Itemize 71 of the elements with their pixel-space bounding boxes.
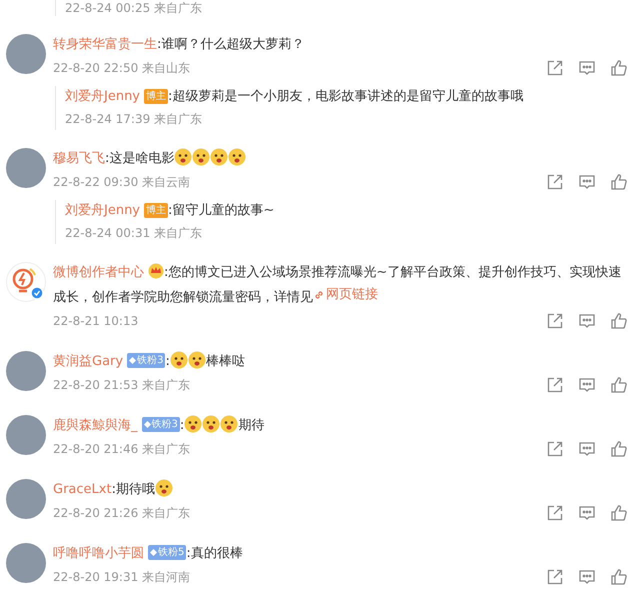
comment-meta: 22-8-22 09:30 来自云南 xyxy=(53,174,190,191)
emoji-icon xyxy=(184,415,202,433)
user-name[interactable]: 转身荣华富贵一生 xyxy=(53,37,157,52)
crown-icon xyxy=(148,263,164,279)
emoji-icon xyxy=(192,148,210,166)
comment-icon[interactable] xyxy=(578,440,596,458)
avatar-logo[interactable] xyxy=(6,262,46,302)
comment-text: 刘爱舟Jenny 博主:超级萝莉是一个小朋友，电影故事讲述的是留守儿童的故事哦 xyxy=(65,88,524,106)
comment-meta: 22-8-20 22:50 来自山东 xyxy=(53,60,190,77)
comment-meta: 22-8-24 00:25 来自广东 xyxy=(65,0,202,16)
comment-icon[interactable] xyxy=(578,504,596,522)
emoji-icon xyxy=(202,415,220,433)
comment-meta: 22-8-20 21:53 来自广东 xyxy=(53,377,190,394)
emoji-icon xyxy=(188,351,206,369)
comment-icon[interactable] xyxy=(578,376,596,394)
comment-text: GraceLxt:期待哦 xyxy=(53,479,628,501)
share-icon[interactable] xyxy=(546,312,564,330)
share-icon[interactable] xyxy=(546,440,564,458)
user-name[interactable]: 刘爱舟Jenny xyxy=(65,203,140,218)
emoji-icon xyxy=(154,479,173,497)
comment-meta: 22-8-21 10:13 xyxy=(53,313,138,330)
like-icon[interactable] xyxy=(610,568,628,586)
fan-badge: 铁粉5 xyxy=(148,545,186,560)
like-icon[interactable] xyxy=(610,173,628,191)
comment-text: 微博创作者中心 :您的博文已进入公域场景推荐流曝光~了解平台政策、提升创作技巧、实现快速成长，创作者学院助您解锁流量密码，详情见 网页链接 xyxy=(53,262,622,308)
emoji-icon xyxy=(170,351,188,369)
comment-meta: 22-8-24 17:39 来自广东 xyxy=(65,111,202,128)
web-link[interactable]: 网页链接 xyxy=(313,284,378,306)
avatar[interactable] xyxy=(6,415,46,455)
avatar[interactable] xyxy=(6,34,46,74)
share-icon[interactable] xyxy=(546,59,564,77)
share-icon[interactable] xyxy=(546,568,564,586)
link-icon xyxy=(313,289,325,301)
fan-badge: 铁粉3 xyxy=(127,353,166,368)
user-name[interactable]: 刘爱舟Jenny xyxy=(65,89,140,104)
comment-icon[interactable] xyxy=(578,59,596,77)
blogger-badge: 博主 xyxy=(144,203,168,218)
avatar[interactable] xyxy=(6,148,46,188)
user-name[interactable]: 穆易飞飞 xyxy=(53,151,105,166)
share-icon[interactable] xyxy=(546,173,564,191)
comment-meta: 22-8-20 21:26 来自广东 xyxy=(53,505,190,522)
user-name[interactable]: 呼噜呼噜小芋圆 xyxy=(53,546,144,561)
emoji-icon xyxy=(210,148,228,166)
avatar[interactable] xyxy=(6,351,46,391)
comment-icon[interactable] xyxy=(578,173,596,191)
comment-icon[interactable] xyxy=(578,568,596,586)
comment-text: 转身荣华富贵一生:谁啊？什么超级大萝莉？ xyxy=(53,36,306,54)
like-icon[interactable] xyxy=(610,59,628,77)
share-icon[interactable] xyxy=(546,504,564,522)
emoji-icon xyxy=(174,148,192,166)
comment-meta: 22-8-24 00:31 来自广东 xyxy=(65,225,202,242)
like-icon[interactable] xyxy=(610,440,628,458)
blogger-badge: 博主 xyxy=(144,89,168,104)
comment-meta: 22-8-20 21:46 来自广东 xyxy=(53,441,190,458)
avatar[interactable] xyxy=(6,479,46,519)
comment-text: 穆易飞飞:这是啥电影 xyxy=(53,148,628,170)
like-icon[interactable] xyxy=(610,312,628,330)
fan-badge: 铁粉3 xyxy=(142,417,180,432)
share-icon[interactable] xyxy=(546,376,564,394)
user-name[interactable]: 微博创作者中心 xyxy=(53,265,144,280)
user-name[interactable]: GraceLxt xyxy=(53,482,112,497)
comment-icon[interactable] xyxy=(578,312,596,330)
like-icon[interactable] xyxy=(610,504,628,522)
avatar[interactable] xyxy=(6,543,46,583)
emoji-icon xyxy=(220,415,238,433)
emoji-icon xyxy=(228,148,246,166)
user-name[interactable]: 鹿與森鯨與海_ xyxy=(53,418,138,433)
user-name[interactable]: 黄润益Gary xyxy=(53,354,124,369)
like-icon[interactable] xyxy=(610,376,628,394)
comment-meta: 22-8-20 19:31 来自河南 xyxy=(53,569,190,586)
comment-text: 刘爱舟Jenny 博主:留守儿童的故事~ xyxy=(65,202,276,220)
